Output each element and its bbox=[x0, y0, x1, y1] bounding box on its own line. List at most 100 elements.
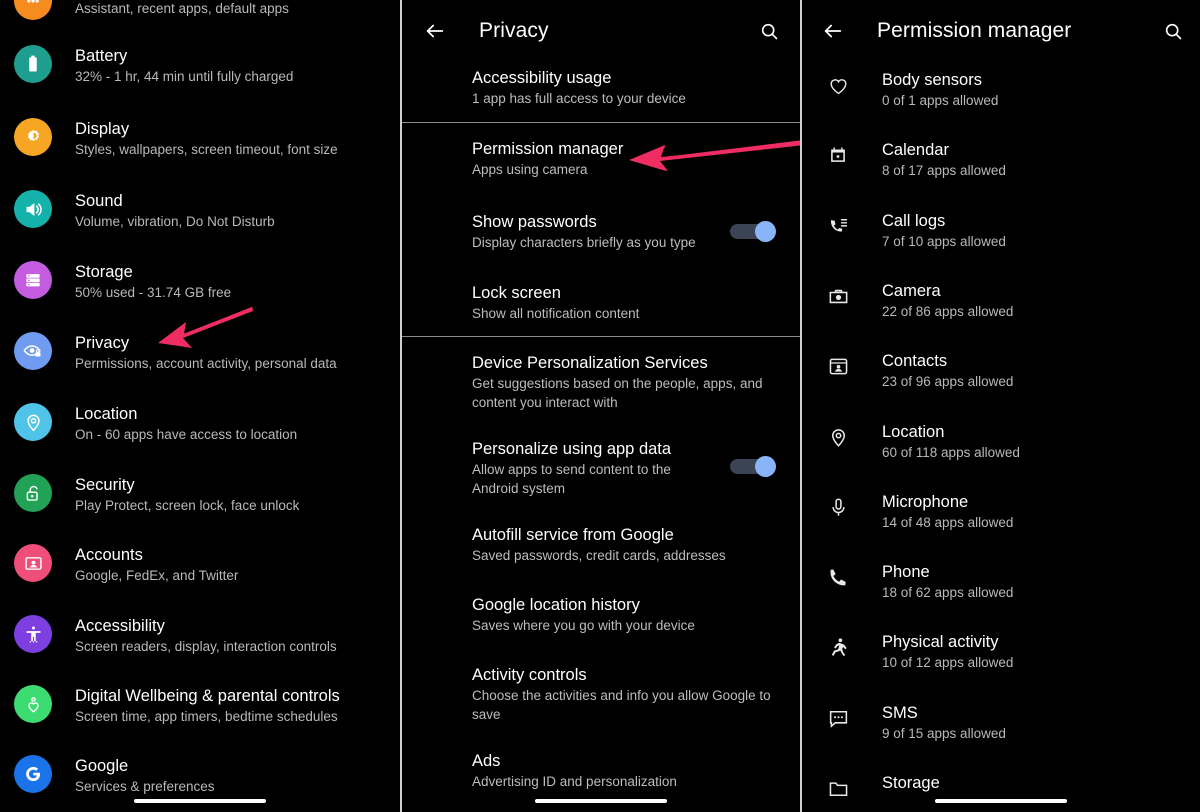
settings-item-title: Battery bbox=[75, 47, 128, 65]
privacy-item-title: Ads bbox=[472, 752, 501, 770]
gesture-nav-pill[interactable] bbox=[535, 799, 667, 803]
personalize-app-data-toggle[interactable] bbox=[730, 456, 776, 477]
permission-item-subtitle: 22 of 86 apps allowed bbox=[882, 304, 1014, 319]
settings-item-security[interactable]: Security Play Protect, screen lock, face… bbox=[0, 474, 400, 515]
settings-item-subtitle: Google, FedEx, and Twitter bbox=[75, 568, 239, 583]
permission-item-subtitle: 7 of 10 apps allowed bbox=[882, 234, 1006, 249]
permission-item-camera[interactable]: Camera 22 of 86 apps allowed bbox=[802, 281, 1200, 321]
settings-item-subtitle: 50% used - 31.74 GB free bbox=[75, 285, 232, 300]
privacy-item-subtitle: Display characters briefly as you type bbox=[472, 235, 696, 250]
call-logs-icon bbox=[816, 211, 860, 241]
settings-item-accessibility[interactable]: Accessibility Screen readers, display, i… bbox=[0, 615, 400, 656]
settings-item-subtitle: 32% - 1 hr, 44 min until fully charged bbox=[75, 69, 294, 84]
settings-screen: Assistant, recent apps, default apps Bat… bbox=[0, 0, 400, 812]
location-pin-icon bbox=[816, 422, 860, 452]
storage-folder-icon bbox=[816, 773, 860, 803]
privacy-item-title: Lock screen bbox=[472, 284, 561, 302]
privacy-item-title: Activity controls bbox=[472, 666, 587, 684]
page-title: Privacy bbox=[479, 19, 549, 42]
camera-icon bbox=[816, 281, 860, 311]
permission-item-title: Microphone bbox=[882, 493, 969, 511]
privacy-appbar: Privacy bbox=[402, 6, 800, 56]
settings-item-title: Display bbox=[75, 120, 130, 138]
permission-item-body-sensors[interactable]: Body sensors 0 of 1 apps allowed bbox=[802, 70, 1200, 110]
privacy-item-subtitle: Choose the activities and info you allow… bbox=[472, 688, 771, 722]
settings-item-subtitle: Screen time, app timers, bedtime schedul… bbox=[75, 709, 338, 724]
search-icon[interactable] bbox=[754, 16, 784, 46]
permission-item-phone[interactable]: Phone 18 of 62 apps allowed bbox=[802, 562, 1200, 602]
permission-item-calendar[interactable]: Calendar 8 of 17 apps allowed bbox=[802, 140, 1200, 180]
settings-item-subtitle: Permissions, account activity, personal … bbox=[75, 356, 337, 371]
settings-item-storage[interactable]: Storage 50% used - 31.74 GB free bbox=[0, 261, 400, 302]
privacy-item-subtitle: Saves where you go with your device bbox=[472, 618, 695, 633]
battery-icon bbox=[14, 45, 52, 83]
privacy-item-subtitle: Show all notification content bbox=[472, 306, 640, 321]
phone-icon bbox=[816, 562, 860, 592]
privacy-item-personalize-app-data[interactable]: Personalize using app data Allow apps to… bbox=[402, 439, 800, 498]
permission-item-location[interactable]: Location 60 of 118 apps allowed bbox=[802, 422, 1200, 462]
permission-item-subtitle: 60 of 118 apps allowed bbox=[882, 445, 1020, 460]
privacy-item-activity-controls[interactable]: Activity controls Choose the activities … bbox=[402, 665, 800, 724]
settings-item-display[interactable]: Display Styles, wallpapers, screen timeo… bbox=[0, 118, 400, 159]
sms-icon bbox=[816, 703, 860, 733]
security-lock-icon bbox=[14, 474, 52, 512]
privacy-item-ads[interactable]: Ads Advertising ID and personalization bbox=[402, 751, 800, 792]
settings-item-accounts[interactable]: Accounts Google, FedEx, and Twitter bbox=[0, 544, 400, 585]
storage-icon bbox=[14, 261, 52, 299]
back-arrow-icon[interactable] bbox=[418, 14, 452, 48]
settings-item-title: Security bbox=[75, 476, 135, 494]
privacy-item-device-personalization[interactable]: Device Personalization Services Get sugg… bbox=[402, 353, 800, 412]
location-pin-icon bbox=[14, 403, 52, 441]
settings-item-title: Accounts bbox=[75, 546, 143, 564]
assistant-icon bbox=[14, 0, 52, 20]
back-arrow-icon[interactable] bbox=[816, 14, 850, 48]
privacy-item-subtitle: Apps using camera bbox=[472, 162, 588, 177]
gesture-nav-pill[interactable] bbox=[935, 799, 1067, 803]
settings-item-location[interactable]: Location On - 60 apps have access to loc… bbox=[0, 403, 400, 444]
privacy-screen: Privacy Accessibility usage 1 app has fu… bbox=[400, 0, 800, 812]
permission-item-title: Body sensors bbox=[882, 71, 982, 89]
settings-item-subtitle: Assistant, recent apps, default apps bbox=[75, 1, 289, 16]
gesture-nav-pill[interactable] bbox=[134, 799, 266, 803]
show-passwords-toggle[interactable] bbox=[730, 221, 776, 242]
settings-item-battery[interactable]: Battery 32% - 1 hr, 44 min until fully c… bbox=[0, 45, 400, 86]
settings-item-apps[interactable]: Assistant, recent apps, default apps bbox=[0, 0, 400, 20]
privacy-eye-lock-icon bbox=[14, 332, 52, 370]
permission-item-title: Contacts bbox=[882, 352, 948, 370]
privacy-item-autofill[interactable]: Autofill service from Google Saved passw… bbox=[402, 525, 800, 566]
permission-item-call-logs[interactable]: Call logs 7 of 10 apps allowed bbox=[802, 211, 1200, 251]
permission-item-subtitle: 9 of 15 apps allowed bbox=[882, 726, 1006, 741]
settings-item-subtitle: Volume, vibration, Do Not Disturb bbox=[75, 214, 275, 229]
privacy-item-google-location-history[interactable]: Google location history Saves where you … bbox=[402, 595, 800, 636]
body-sensors-heart-icon bbox=[816, 70, 860, 100]
permission-item-sms[interactable]: SMS 9 of 15 apps allowed bbox=[802, 703, 1200, 743]
section-divider bbox=[402, 336, 800, 337]
settings-item-title: Privacy bbox=[75, 334, 130, 352]
settings-item-digital-wellbeing[interactable]: Digital Wellbeing & parental controls Sc… bbox=[0, 685, 400, 726]
digital-wellbeing-heart-icon bbox=[14, 685, 52, 723]
settings-item-privacy[interactable]: Privacy Permissions, account activity, p… bbox=[0, 332, 400, 373]
accessibility-icon bbox=[14, 615, 52, 653]
permission-item-contacts[interactable]: Contacts 23 of 96 apps allowed bbox=[802, 351, 1200, 391]
privacy-item-show-passwords[interactable]: Show passwords Display characters briefl… bbox=[402, 212, 800, 253]
permission-item-microphone[interactable]: Microphone 14 of 48 apps allowed bbox=[802, 492, 1200, 532]
permission-item-title: Call logs bbox=[882, 212, 946, 230]
search-icon[interactable] bbox=[1158, 16, 1188, 46]
privacy-item-lock-screen[interactable]: Lock screen Show all notification conten… bbox=[402, 283, 800, 324]
toggle-knob bbox=[755, 221, 776, 242]
privacy-item-subtitle: Allow apps to send content to the Androi… bbox=[472, 462, 671, 496]
settings-item-title: Location bbox=[75, 405, 138, 423]
privacy-item-title: Show passwords bbox=[472, 213, 597, 231]
privacy-item-title: Device Personalization Services bbox=[472, 354, 708, 372]
privacy-item-accessibility-usage[interactable]: Accessibility usage 1 app has full acces… bbox=[402, 68, 800, 109]
privacy-item-permission-manager[interactable]: Permission manager Apps using camera bbox=[402, 139, 800, 180]
permission-item-title: Calendar bbox=[882, 141, 949, 159]
permission-item-subtitle: 10 of 12 apps allowed bbox=[882, 655, 1014, 670]
settings-item-sound[interactable]: Sound Volume, vibration, Do Not Disturb bbox=[0, 190, 400, 231]
permission-item-physical-activity[interactable]: Physical activity 10 of 12 apps allowed bbox=[802, 632, 1200, 672]
privacy-item-title: Google location history bbox=[472, 596, 640, 614]
contacts-icon bbox=[816, 351, 860, 381]
settings-item-title: Digital Wellbeing & parental controls bbox=[75, 687, 340, 705]
settings-item-google[interactable]: Google Services & preferences bbox=[0, 755, 400, 796]
privacy-item-title: Autofill service from Google bbox=[472, 526, 674, 544]
